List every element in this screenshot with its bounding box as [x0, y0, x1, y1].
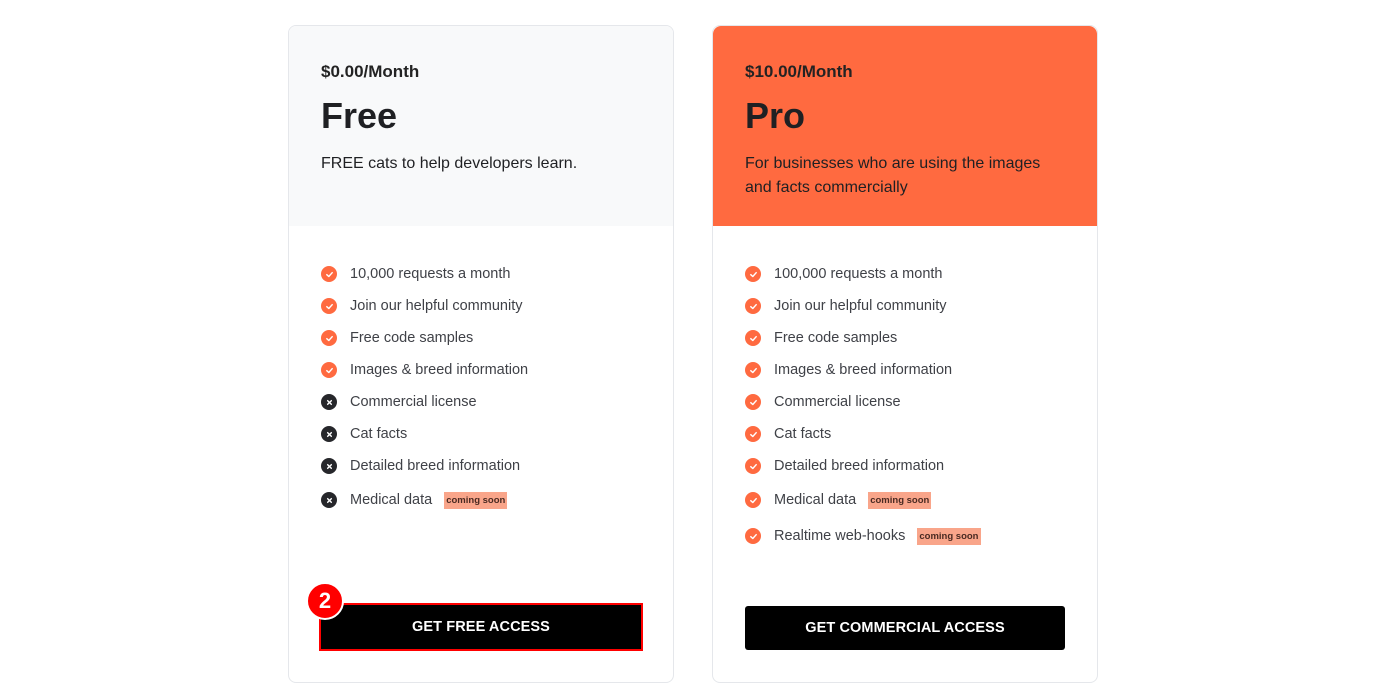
plan-price: $10.00/Month [745, 62, 853, 81]
feature-item: Images & breed information [321, 354, 641, 386]
feature-label: Images & breed information [350, 362, 529, 378]
check-circle-icon [745, 492, 761, 508]
x-circle-icon [321, 492, 337, 508]
feature-label: Detailed breed information [350, 458, 521, 474]
plan-description: FREE cats to help developers learn. [321, 155, 578, 172]
feature-label: Commercial license [350, 394, 477, 410]
check-circle-icon [745, 298, 761, 314]
feature-item: Detailed breed information [321, 450, 641, 482]
check-circle-icon [321, 266, 337, 282]
check-circle-icon [745, 426, 761, 442]
feature-label: Join our helpful community [774, 298, 947, 314]
feature-label: Cat facts [774, 426, 832, 442]
plan-header-pro: $10.00/Month Pro For businesses who are … [713, 26, 1097, 226]
feature-label: Cat facts [350, 426, 408, 442]
x-circle-icon [321, 458, 337, 474]
get-free-access-button[interactable]: GET FREE ACCESS [319, 603, 643, 651]
feature-label: Medical data [774, 492, 857, 508]
feature-label: 10,000 requests a month [350, 266, 511, 282]
plan-header-free: $0.00/Month Free FREE cats to help devel… [289, 26, 673, 226]
coming-soon-badge: coming soon [917, 527, 981, 545]
plan-card-free: $0.00/Month Free FREE cats to help devel… [288, 25, 674, 683]
x-circle-icon [321, 394, 337, 410]
check-circle-icon [321, 362, 337, 378]
feature-item: Medical data coming soon [745, 482, 1065, 518]
check-circle-icon [745, 528, 761, 544]
feature-item: 10,000 requests a month [321, 258, 641, 290]
feature-item: Medical data coming soon [321, 482, 641, 518]
feature-label: Medical data [350, 492, 433, 508]
check-circle-icon [745, 330, 761, 346]
feature-item: Commercial license [745, 386, 1065, 418]
check-circle-icon [745, 458, 761, 474]
feature-item: Commercial license [321, 386, 641, 418]
feature-item: Images & breed information [745, 354, 1065, 386]
feature-item: Free code samples [321, 322, 641, 354]
feature-label: Realtime web-hooks [774, 528, 906, 544]
plan-description: For businesses who are using the images … [745, 155, 1041, 196]
feature-label: Images & breed information [774, 362, 953, 378]
check-circle-icon [321, 330, 337, 346]
x-circle-icon [321, 426, 337, 442]
coming-soon-badge: coming soon [868, 491, 932, 509]
step-marker-badge: 2 [306, 582, 344, 620]
check-circle-icon [745, 362, 761, 378]
check-circle-icon [321, 298, 337, 314]
feature-label: Free code samples [350, 330, 474, 346]
feature-label: Free code samples [774, 330, 898, 346]
pricing-plans: $0.00/Month Free FREE cats to help devel… [288, 25, 1098, 683]
get-commercial-access-button[interactable]: GET COMMERCIAL ACCESS [745, 606, 1065, 650]
feature-item: Cat facts [321, 418, 641, 450]
check-circle-icon [745, 266, 761, 282]
feature-item: Realtime web-hooks coming soon [745, 518, 1065, 554]
feature-label: Commercial license [774, 394, 901, 410]
plan-name: Free [321, 95, 398, 136]
plan-card-pro: $10.00/Month Pro For businesses who are … [712, 25, 1098, 683]
plan-price: $0.00/Month [321, 62, 420, 81]
feature-item: Join our helpful community [745, 290, 1065, 322]
feature-label: Join our helpful community [350, 298, 523, 314]
check-circle-icon [745, 394, 761, 410]
feature-list: 10,000 requests a month Join our helpful … [289, 226, 673, 518]
feature-item: Free code samples [745, 322, 1065, 354]
plan-name: Pro [745, 95, 806, 136]
feature-item: Cat facts [745, 418, 1065, 450]
feature-item: Detailed breed information [745, 450, 1065, 482]
feature-item: Join our helpful community [321, 290, 641, 322]
feature-label: Detailed breed information [774, 458, 945, 474]
feature-label: 100,000 requests a month [774, 266, 943, 282]
coming-soon-badge: coming soon [444, 491, 508, 509]
feature-item: 100,000 requests a month [745, 258, 1065, 290]
feature-list: 100,000 requests a month Join our helpful… [713, 226, 1097, 554]
